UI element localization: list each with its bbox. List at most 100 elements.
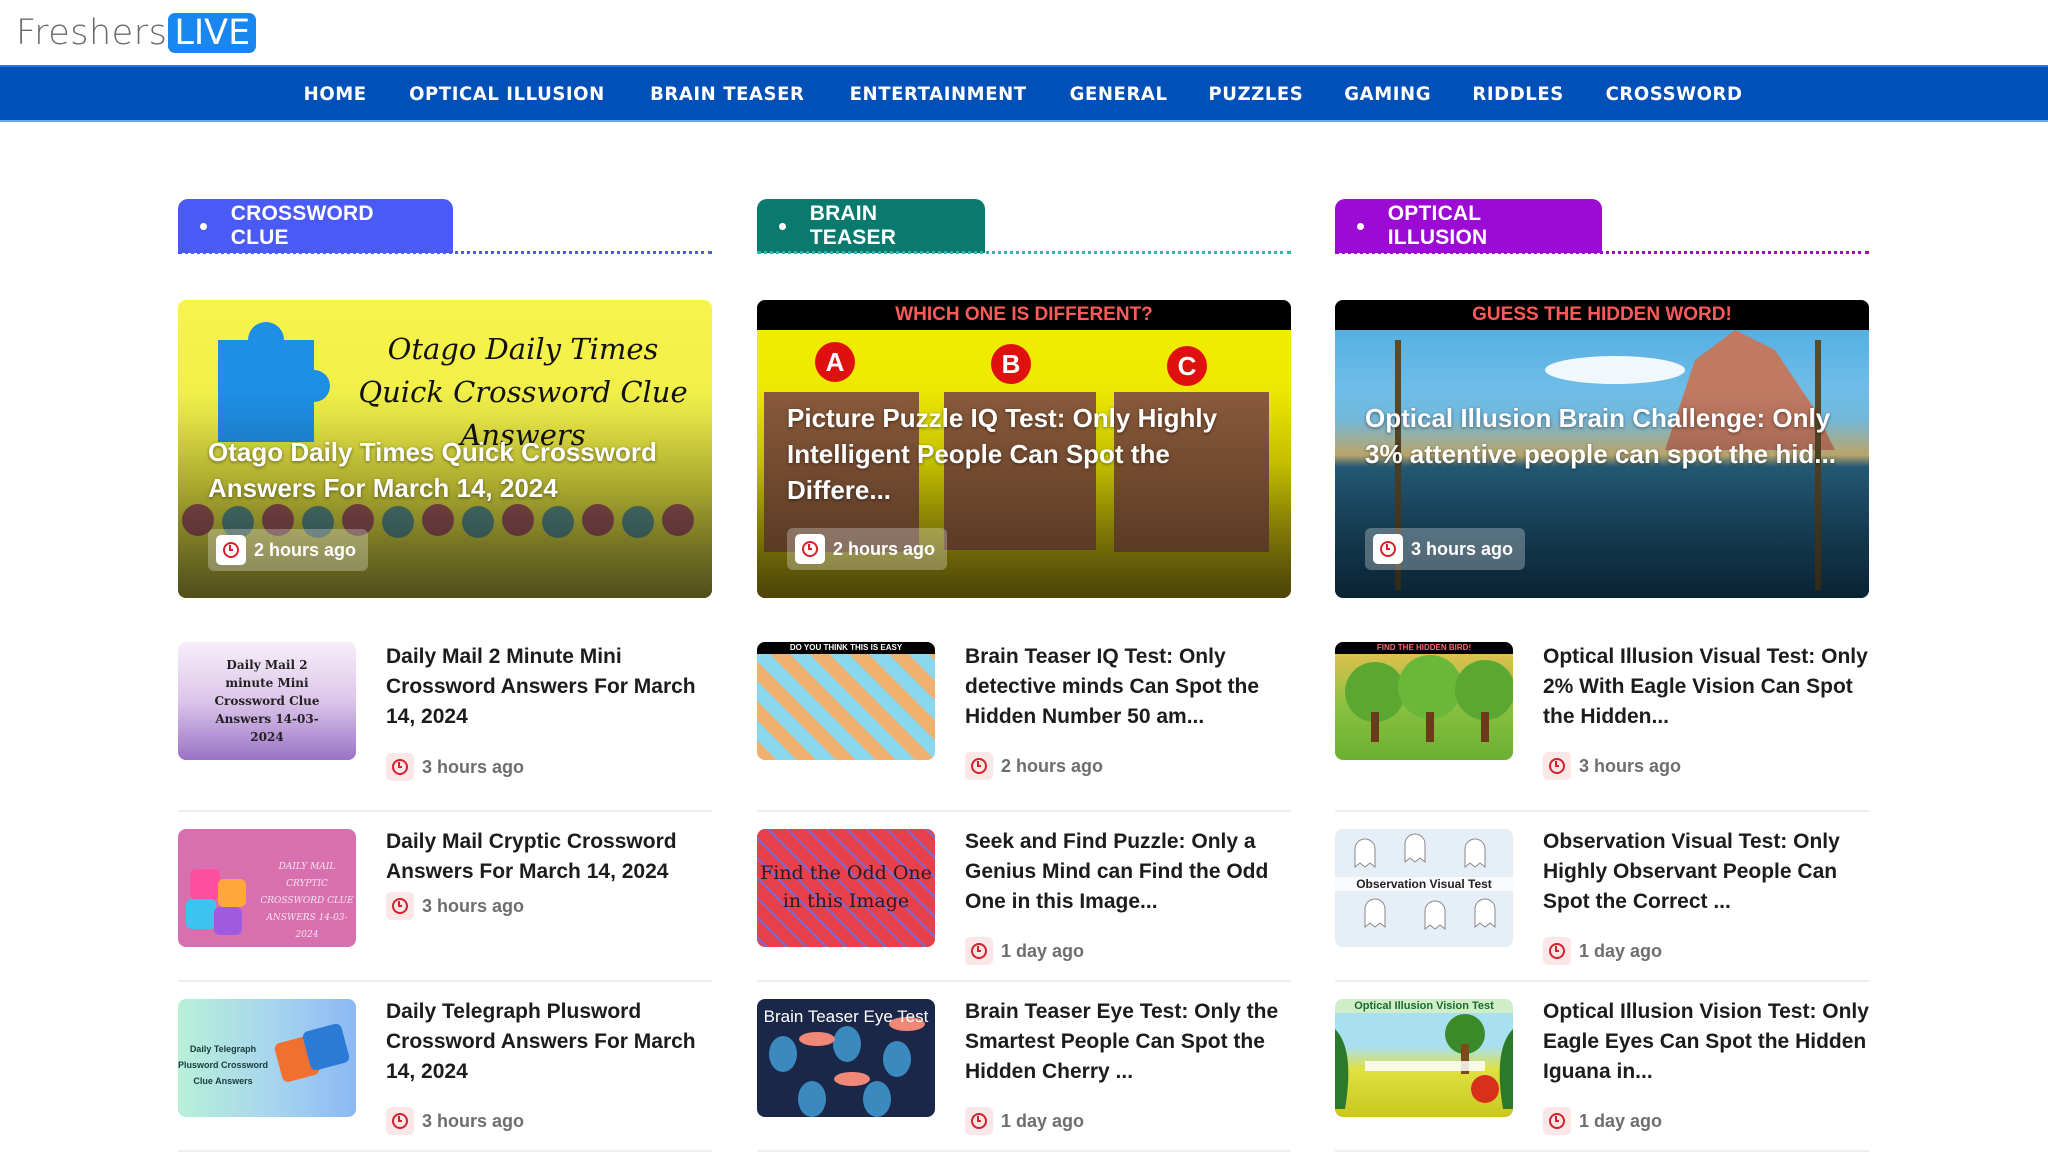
thumbnail-caption: Brain Teaser Eye Test <box>763 1007 929 1026</box>
clock-icon <box>1543 937 1571 965</box>
section-crossword-clue: CROSSWORD CLUE Otago Daily Times Quick C… <box>178 199 712 1152</box>
list-item[interactable]: Daily Mail 2 minute Mini Crossword Clue … <box>178 642 712 812</box>
list-item[interactable]: FIND THE HIDDEN BIRD! Optical Illusion V… <box>1335 642 1869 812</box>
main-nav: HOME OPTICAL ILLUSION BRAIN TEASER ENTER… <box>0 65 2048 122</box>
time-text: 3 hours ago <box>422 756 525 777</box>
section-tab-brain-teaser[interactable]: BRAIN TEASER <box>757 199 985 253</box>
article-time: 3 hours ago <box>386 892 524 920</box>
section-heading: CROSSWORD CLUE <box>230 202 374 249</box>
nav-general[interactable]: GENERAL <box>1053 83 1185 105</box>
section-header: CROSSWORD CLUE <box>178 199 712 254</box>
article-title: Brain Teaser Eye Test: Only the Smartest… <box>965 1000 1279 1083</box>
logo-text-freshers: Freshers <box>16 13 168 53</box>
article-title: Optical Illusion Visual Test: Only 2% Wi… <box>1543 645 1868 728</box>
thumbnail-caption: Daily Mail 2 minute Mini Crossword Clue … <box>214 658 320 744</box>
list-item[interactable]: Optical Illusion Vision Test Optical Ill… <box>1335 982 1869 1152</box>
section-divider <box>757 251 1291 254</box>
clock-icon <box>795 534 825 564</box>
featured-title: Optical Illusion Brain Challenge: Only 3… <box>1365 403 1836 469</box>
section-heading: BRAIN TEASER <box>809 202 897 249</box>
thumbnail-caption: Find the Odd One in this Image <box>760 862 932 912</box>
section-heading: OPTICAL ILLUSION <box>1387 202 1488 249</box>
article-title: Seek and Find Puzzle: Only a Genius Mind… <box>965 830 1269 913</box>
list-item[interactable]: DAILY MAIL CRYPTIC CROSSWORD CLUE ANSWER… <box>178 812 712 982</box>
time-text: 1 day ago <box>1579 1110 1663 1131</box>
site-logo[interactable]: Freshers LIVE <box>16 12 257 54</box>
clock-icon <box>1543 1107 1571 1135</box>
article-time: 3 hours ago <box>1543 752 1681 780</box>
nav-puzzles[interactable]: PUZZLES <box>1192 83 1321 105</box>
article-title: Brain Teaser IQ Test: Only detective min… <box>965 645 1260 728</box>
thumbnail-caption: DAILY MAIL CRYPTIC CROSSWORD CLUE ANSWER… <box>260 862 354 940</box>
article-list: DO YOU THINK THIS IS EASY Brain Teaser I… <box>757 642 1291 1152</box>
section-tab-optical-illusion[interactable]: OPTICAL ILLUSION <box>1335 199 1602 253</box>
article-list: FIND THE HIDDEN BIRD! Optical Illusion V… <box>1335 642 1869 1152</box>
thumbnail-caption: DO YOU THINK THIS IS EASY <box>757 642 935 654</box>
nav-gaming[interactable]: GAMING <box>1327 83 1448 105</box>
clock-icon <box>965 752 993 780</box>
bullet-icon <box>779 222 786 230</box>
section-divider <box>178 251 712 254</box>
featured-article[interactable]: Otago Daily Times Quick Crossword Clue A… <box>178 300 712 598</box>
bullet-icon <box>1357 222 1364 230</box>
article-thumbnail: Daily Mail 2 minute Mini Crossword Clue … <box>178 642 356 760</box>
featured-article[interactable]: WHICH ONE IS DIFFERENT? A B C Picture Pu… <box>757 300 1291 598</box>
article-title: Daily Mail 2 Minute Mini Crossword Answe… <box>386 645 696 728</box>
featured-title: Otago Daily Times Quick Crossword Answer… <box>208 437 657 503</box>
clock-icon <box>386 1107 414 1135</box>
list-item[interactable]: Observation Visual Test Observation Visu… <box>1335 812 1869 982</box>
article-thumbnail: DAILY MAIL CRYPTIC CROSSWORD CLUE ANSWER… <box>178 829 356 947</box>
site-header: Freshers LIVE <box>0 0 2048 65</box>
article-time: 1 day ago <box>965 937 1084 965</box>
nav-brain-teaser[interactable]: BRAIN TEASER <box>633 83 822 105</box>
time-text: 2 hours ago <box>1001 755 1104 776</box>
featured-time: 2 hours ago <box>208 529 369 571</box>
featured-title: Picture Puzzle IQ Test: Only Highly Inte… <box>787 403 1218 505</box>
featured-article[interactable]: GUESS THE HIDDEN WORD! Optical Illusion … <box>1335 300 1869 598</box>
clock-icon <box>965 1107 993 1135</box>
thumbnail-caption: Daily Telegraph Plusword Crossword Clue … <box>178 1044 269 1086</box>
time-text: 1 day ago <box>1001 1110 1085 1131</box>
section-tab-crossword-clue[interactable]: CROSSWORD CLUE <box>178 199 453 253</box>
time-text: 2 hours ago <box>254 539 357 560</box>
article-time: 1 day ago <box>1543 937 1662 965</box>
article-time: 1 day ago <box>965 1107 1084 1135</box>
list-item[interactable]: Daily Telegraph Plusword Crossword Clue … <box>178 982 712 1152</box>
thumbnail-caption: Observation Visual Test <box>1335 877 1513 891</box>
nav-riddles[interactable]: RIDDLES <box>1455 83 1581 105</box>
section-brain-teaser: BRAIN TEASER WHICH ONE IS DIFFERENT? A B… <box>757 199 1291 1152</box>
clock-icon <box>1543 752 1571 780</box>
trees-icon <box>1345 655 1513 742</box>
list-item[interactable]: DO YOU THINK THIS IS EASY Brain Teaser I… <box>757 642 1291 812</box>
featured-time: 2 hours ago <box>787 528 948 570</box>
article-thumbnail: Observation Visual Test <box>1335 829 1513 947</box>
time-text: 1 day ago <box>1579 940 1663 961</box>
article-thumbnail: Brain Teaser Eye Test <box>757 999 935 1117</box>
section-header: BRAIN TEASER <box>757 199 1291 254</box>
article-thumbnail: Daily Telegraph Plusword Crossword Clue … <box>178 999 356 1117</box>
list-item[interactable]: Brain Teaser Eye Test Brain Teaser Eye T… <box>757 982 1291 1152</box>
article-time: 3 hours ago <box>386 753 524 781</box>
article-thumbnail: FIND THE HIDDEN BIRD! <box>1335 642 1513 760</box>
nav-home[interactable]: HOME <box>287 83 384 105</box>
nav-entertainment[interactable]: ENTERTAINMENT <box>832 83 1043 105</box>
time-text: 1 day ago <box>1001 940 1085 961</box>
article-time: 3 hours ago <box>386 1107 524 1135</box>
article-time: 1 day ago <box>1543 1107 1662 1135</box>
logo-text-live: LIVE <box>168 13 257 53</box>
section-header: OPTICAL ILLUSION <box>1335 199 1869 254</box>
nav-crossword[interactable]: CROSSWORD <box>1588 83 1759 105</box>
thumbnail-caption: Optical Illusion Vision Test <box>1335 999 1513 1013</box>
time-text: 3 hours ago <box>422 1110 525 1131</box>
article-time: 2 hours ago <box>965 752 1103 780</box>
thumbnail-caption: FIND THE HIDDEN BIRD! <box>1335 642 1513 654</box>
list-item[interactable]: Find the Odd One in this Image Seek and … <box>757 812 1291 982</box>
section-optical-illusion: OPTICAL ILLUSION GUESS THE HIDDEN WORD! … <box>1335 199 1869 1152</box>
article-title: Optical Illusion Vision Test: Only Eagle… <box>1543 1000 1869 1083</box>
nav-optical-illusion[interactable]: OPTICAL ILLUSION <box>392 83 622 105</box>
clock-icon <box>386 892 414 920</box>
clock-icon <box>1373 534 1403 564</box>
article-list: Daily Mail 2 minute Mini Crossword Clue … <box>178 642 712 1152</box>
featured-time: 3 hours ago <box>1365 528 1526 570</box>
article-title: Daily Telegraph Plusword Crossword Answe… <box>386 1000 696 1083</box>
